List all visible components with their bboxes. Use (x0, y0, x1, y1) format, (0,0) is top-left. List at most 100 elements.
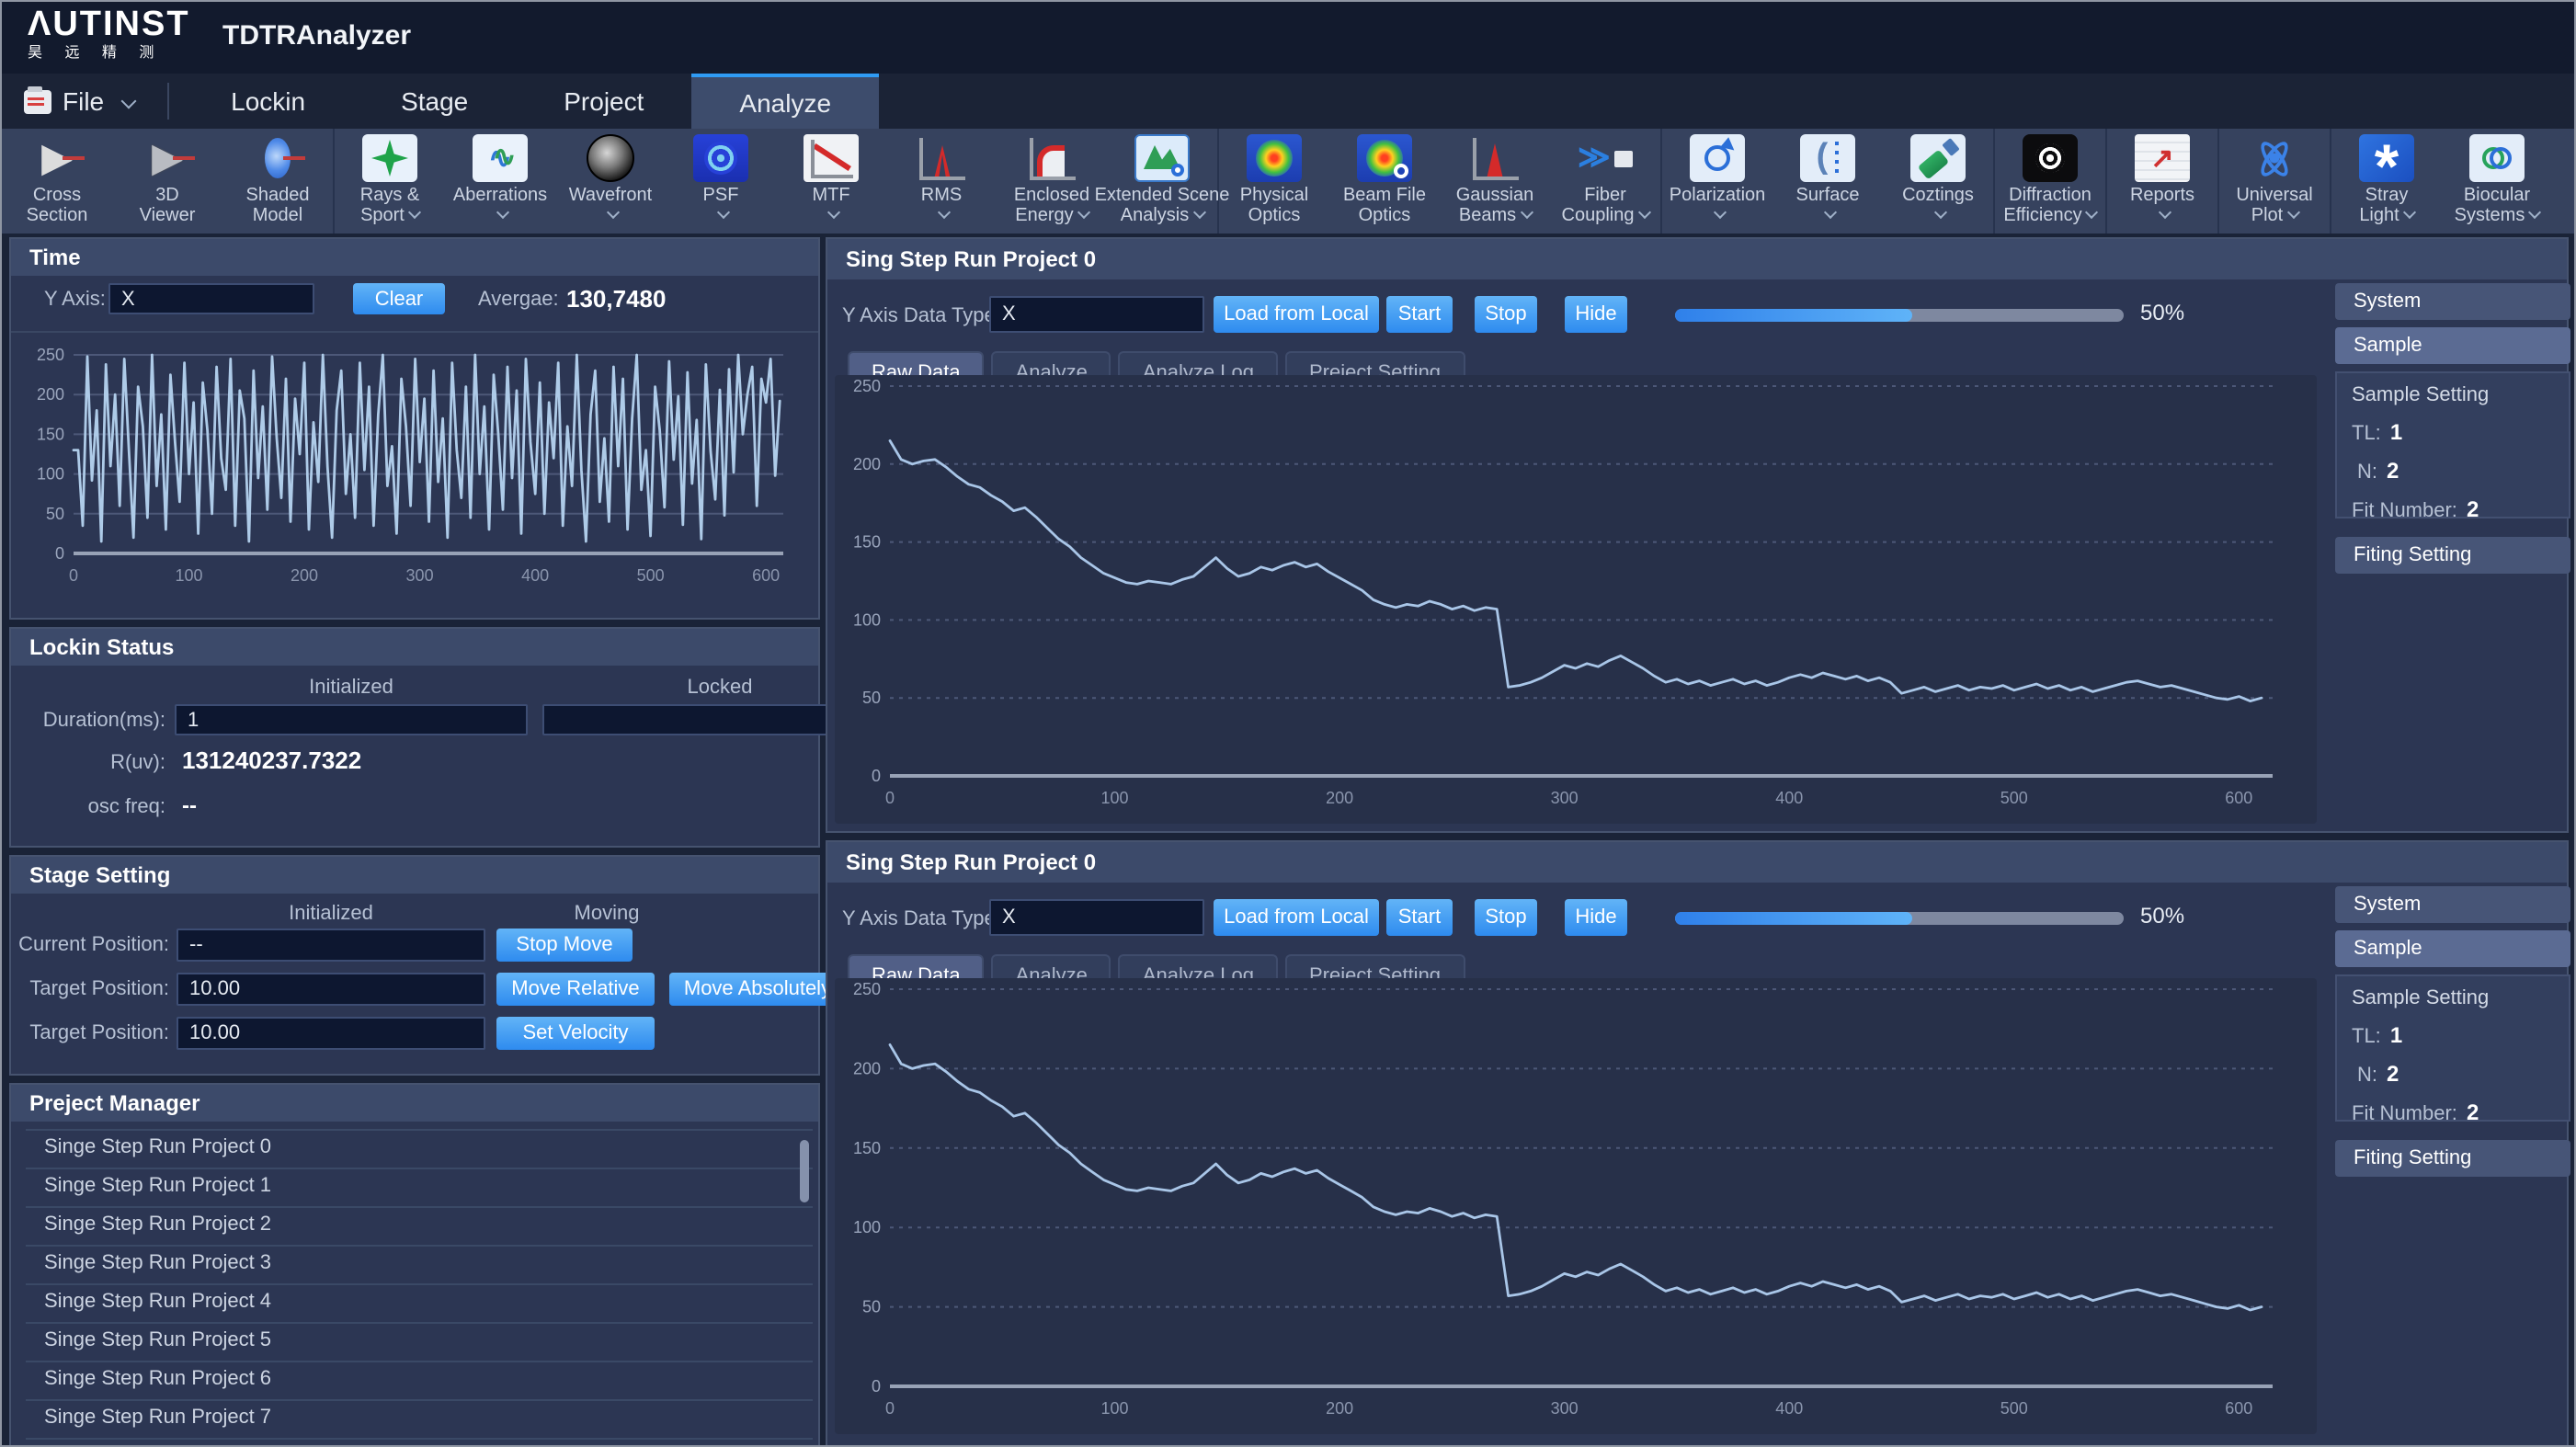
svg-text:0: 0 (69, 566, 78, 585)
svg-text:200: 200 (1326, 1399, 1353, 1418)
y-axis-data-type-input[interactable] (989, 296, 1204, 333)
menu-item-lockin[interactable]: Lockin (183, 74, 353, 129)
list-item-singe-step-run-project-4[interactable]: Singe Step Run Project 4 (26, 1285, 813, 1324)
start-button[interactable]: Start (1386, 296, 1453, 333)
list-item-singe-step-run-project-6[interactable]: Singe Step Run Project 6 (26, 1362, 813, 1401)
chevron-down-icon (717, 206, 730, 219)
stop-button[interactable]: Stop (1475, 296, 1537, 333)
gaussian-beams-icon (1467, 134, 1522, 182)
move-relative-button[interactable]: Move Relative (496, 973, 655, 1006)
toolbar-item-polarization[interactable]: Polarization (1662, 129, 1772, 234)
stop-move-button[interactable]: Stop Move (496, 929, 633, 962)
surface-icon (1800, 134, 1855, 182)
svg-text:50: 50 (862, 689, 881, 707)
y-axis-input[interactable] (108, 283, 314, 314)
run-sidebar: System Sample Sample Setting TL:1 N:2 Fi… (2335, 886, 2570, 1184)
stop-button[interactable]: Stop (1475, 899, 1537, 936)
list-item-singe-step-run-project-7[interactable]: Singe Step Run Project 7 (26, 1401, 813, 1440)
toolbar-item-beam-file-optics[interactable]: Beam FileOptics (1329, 129, 1440, 234)
chevron-down-icon (2159, 206, 2171, 219)
sample-settings-body: Sample Setting TL:1 N:2 Fit Number:2 (2335, 974, 2570, 1122)
toolbar-item-shaded-model[interactable]: ShadedModel (222, 129, 335, 234)
start-button[interactable]: Start (1386, 899, 1453, 936)
load-from-local-button[interactable]: Load from Local (1214, 899, 1379, 936)
toolbar-item-universal-plot[interactable]: UniversalPlot (2219, 129, 2331, 234)
panel-title: Sing Step Run Project 0 (827, 239, 2567, 279)
toolbar-item-diffraction-efficiency[interactable]: DiffractionEfficiency (1995, 129, 2107, 234)
toolbar-item-extended-scene-analysis[interactable]: Extended SceneAnalysis (1107, 129, 1219, 234)
target-position-input[interactable] (177, 973, 485, 1006)
progress-bar (1675, 309, 2124, 322)
time-panel: Time Y Axis: Clear Avergae: 130,7480 050… (9, 237, 820, 620)
toolbar-item-rms[interactable]: RMS (886, 129, 997, 234)
duration-input[interactable] (175, 704, 528, 735)
svg-text:100: 100 (176, 566, 203, 585)
set-velocity-button[interactable]: Set Velocity (496, 1017, 655, 1050)
menu-item-file[interactable]: File (2, 74, 152, 129)
toolbar-item-stray-light[interactable]: StrayLight (2331, 129, 2442, 234)
toolbar-item-coztings[interactable]: Coztings (1883, 129, 1995, 234)
scrollbar-thumb[interactable] (800, 1140, 809, 1202)
toolbar-item-none[interactable]: Fr (2552, 129, 2574, 234)
sidebar-item-sample[interactable]: Sample (2335, 327, 2570, 364)
toolbar-item-surface[interactable]: Surface (1772, 129, 1883, 234)
toolbar-item-reports[interactable]: Reports (2107, 129, 2219, 234)
y-axis-data-type-input[interactable] (989, 899, 1204, 936)
toolbar-item-fiber-coupling[interactable]: FiberCoupling (1550, 129, 1662, 234)
toolbar-item-rays-sport[interactable]: Rays &Sport (335, 129, 445, 234)
run-chart-area: 0501001502002500100200300400500600 (835, 978, 2317, 1434)
ruv-value: 131240237.7322 (182, 746, 361, 774)
sidebar-item-system[interactable]: System (2335, 283, 2570, 320)
sidebar-item-system[interactable]: System (2335, 886, 2570, 923)
stage-setting-panel: Stage Setting Initialized Moving Current… (9, 855, 820, 1076)
svg-text:200: 200 (1326, 789, 1353, 807)
menu-item-stage[interactable]: Stage (353, 74, 516, 129)
toolbar-item-psf[interactable]: PSF (666, 129, 776, 234)
list-item-singe-step-run-project-2[interactable]: Singe Step Run Project 2 (26, 1208, 813, 1247)
clear-button[interactable]: Clear (353, 283, 445, 314)
universal-plot-icon (2247, 134, 2302, 182)
progress-percent: 50% (2140, 300, 2184, 325)
menu-item-project[interactable]: Project (516, 74, 691, 129)
run-sidebar: System Sample Sample Setting TL:1 N:2 Fi… (2335, 283, 2570, 581)
progress-fill (1675, 912, 1913, 925)
toolbar-item-biocular-systems[interactable]: BiocularSystems (2442, 129, 2552, 234)
list-item-singe-step-run-project-0[interactable]: Singe Step Run Project 0 (26, 1131, 813, 1169)
list-item-singe-step-run-project-5[interactable]: Singe Step Run Project 5 (26, 1324, 813, 1362)
chevron-down-icon (1520, 206, 1533, 219)
hide-button[interactable]: Hide (1565, 296, 1627, 333)
current-position-input[interactable] (177, 929, 485, 962)
list-item-singe-step-run-project-8[interactable]: Singe Step Run Project 8 (26, 1440, 813, 1445)
sidebar-item-fiting-setting[interactable]: Fiting Setting (2335, 1140, 2570, 1177)
list-item-singe-step-run-project-3[interactable]: Singe Step Run Project 3 (26, 1247, 813, 1285)
column-header-moving: Moving (496, 903, 717, 925)
toolbar-item-cross-section[interactable]: CrossSection (2, 129, 112, 234)
toolbar-item-wavefront[interactable]: Wavefront (555, 129, 666, 234)
none-icon (2554, 134, 2574, 182)
load-from-local-button[interactable]: Load from Local (1214, 296, 1379, 333)
shaded-model-icon (250, 134, 305, 182)
menu-item-analyze[interactable]: Analyze (691, 74, 879, 129)
chevron-down-icon (2086, 206, 2099, 219)
current-position-label: Current Position: (11, 934, 169, 956)
toolbar-item-aberrations[interactable]: Aberrations (445, 129, 555, 234)
hide-button[interactable]: Hide (1565, 899, 1627, 936)
y-axis-label: Y Axis: (44, 289, 106, 311)
fiber-coupling-icon (1578, 134, 1633, 182)
sidebar-item-sample[interactable]: Sample (2335, 930, 2570, 967)
svg-text:400: 400 (521, 566, 549, 585)
chevron-down-icon (1934, 206, 1947, 219)
svg-text:500: 500 (637, 566, 665, 585)
list-item-singe-step-run-project-1[interactable]: Singe Step Run Project 1 (26, 1169, 813, 1208)
project-list: Singe Step Run Project 0Singe Step Run P… (26, 1129, 813, 1445)
sidebar-item-fiting-setting[interactable]: Fiting Setting (2335, 537, 2570, 574)
toolbar-item-mtf[interactable]: MTF (776, 129, 886, 234)
toolbar-item-viewer-3d[interactable]: 3DViewer (112, 129, 222, 234)
move-absolutely-button[interactable]: Move Absolutely (669, 973, 846, 1006)
toolbar-item-enclosed-energy[interactable]: EnclosedEnergy (997, 129, 1107, 234)
chevron-down-icon (408, 206, 421, 219)
toolbar-item-physical-optics[interactable]: PhysicalOptics (1219, 129, 1329, 234)
toolbar-item-gaussian-beams[interactable]: GaussianBeams (1440, 129, 1550, 234)
chevron-down-icon (496, 206, 509, 219)
target-position-2-input[interactable] (177, 1017, 485, 1050)
